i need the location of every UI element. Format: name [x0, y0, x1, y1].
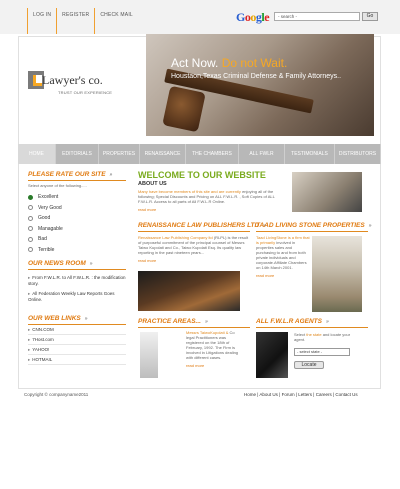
practice-body: Messrs TaiwoKupolati & Co legal Practiti… — [186, 330, 244, 368]
practice-section: PRACTICE AREAS...» — [138, 318, 250, 328]
banner-subheadline: Houstaon,Texas Criminal Defense & Family… — [171, 73, 342, 80]
welcome-read-more-link[interactable]: read more — [138, 207, 288, 212]
radio-checked-icon[interactable] — [28, 194, 33, 200]
top-bar: LOG IN REGISTER CHECK MAIL Google - sear… — [0, 0, 400, 34]
logo[interactable]: Lawyer's co. TRUST OUR EXPERIENCE — [22, 70, 132, 110]
agents-body: Select the state and locate your agent. … — [294, 332, 358, 369]
news-title: OUR NEWS ROOM» — [28, 260, 126, 267]
web-links-title: OUR WEB LINKS» — [28, 315, 126, 322]
welcome-text: Many have become members of this site an… — [138, 189, 275, 204]
rate-subtitle: Select anyone of the following..... — [28, 183, 87, 188]
hero-banner: Act Now. Do not Wait. Houstaon,Texas Cri… — [146, 34, 374, 136]
logo-tagline: TRUST OUR EXPERIENCE — [58, 90, 113, 95]
arrow-right-icon: » — [204, 319, 208, 325]
nav-all-fwlr[interactable]: ALL FWLR — [239, 144, 285, 164]
rate-option[interactable]: Terrible — [28, 245, 126, 256]
triangle-right-icon: ▸ — [28, 327, 31, 332]
nav-editorials[interactable]: EDITORIALS — [56, 144, 99, 164]
main-nav: HOME EDITORIALS PROPERTIES RENAISSANCE T… — [18, 144, 381, 164]
top-links: LOG IN REGISTER CHECK MAIL — [27, 8, 138, 34]
nav-properties[interactable]: PROPERTIES — [99, 144, 140, 164]
triangle-right-icon: ▸ — [28, 291, 31, 296]
nav-home[interactable]: HOME — [18, 144, 56, 164]
rate-option[interactable]: Good — [28, 213, 126, 224]
news-item[interactable]: ▸ All Federation Weekly Law Reports Goes … — [28, 291, 126, 302]
renaissance-title: RENAISSANCE LAW PUBLISHERS LTD» — [138, 222, 266, 229]
web-links-section: OUR WEB LINKS» ▸ CNN.COM ▸ 7Host.com ▸ YAHO… — [28, 315, 126, 365]
properties-text: Taad LivingStone is a firm that is prima… — [256, 235, 310, 270]
welcome-section: WELCOME TO OUR WEBSITE ABOUT US Many hav… — [138, 170, 288, 212]
login-link[interactable]: LOG IN — [27, 8, 56, 34]
triangle-right-icon: ▸ — [28, 337, 31, 342]
check-mail-link[interactable]: CHECK MAIL — [94, 8, 138, 34]
agents-text: Select the state and locate your agent. — [294, 332, 351, 342]
locate-button[interactable]: Locate — [294, 361, 324, 369]
nav-testimonials[interactable]: TESTIMONIALS — [285, 144, 335, 164]
rate-section: PLEASE RATE OUR SITE» Select anyone of t… — [28, 171, 126, 255]
building-photo — [312, 236, 362, 312]
news-item[interactable]: ▸ From F.W.L.R. to All F.W.L.R. : the mod… — [28, 275, 126, 286]
radio-icon[interactable] — [28, 205, 33, 211]
practice-text: Messrs TaiwoKupolati & Co legal Practiti… — [186, 330, 239, 360]
radio-icon[interactable] — [28, 236, 33, 242]
rate-option[interactable]: Managable — [28, 224, 126, 235]
agent-photo — [256, 332, 288, 378]
radio-icon[interactable] — [28, 215, 33, 221]
news-section: OUR NEWS ROOM» ▸ From F.W.L.R. to All F.W… — [28, 260, 126, 302]
web-link[interactable]: ▸ CNN.COM — [28, 325, 126, 335]
practice-read-more-link[interactable]: read more — [186, 363, 244, 368]
welcome-title: WELCOME TO OUR WEBSITE — [138, 170, 266, 180]
google-logo: Google — [236, 10, 270, 24]
properties-title: TAAD LIVING STONE PROPERTIES» — [256, 222, 372, 229]
scales-photo — [140, 332, 158, 378]
renaissance-read-more-link[interactable]: read more — [138, 258, 250, 263]
logo-name: Lawyer's co. — [42, 73, 103, 87]
banner-headline-part2: Do not Wait. — [221, 56, 288, 70]
search-input[interactable]: - search - — [274, 12, 360, 21]
rate-options: Excellent Very Good Good Managable Bad T… — [28, 192, 126, 255]
banner-headline-part1: Act Now. — [171, 56, 219, 70]
state-select[interactable]: - select state - — [294, 348, 350, 356]
register-link[interactable]: REGISTER — [56, 8, 94, 34]
office-photo — [292, 172, 362, 212]
triangle-right-icon: ▸ — [28, 357, 31, 362]
triangle-right-icon: ▸ — [28, 275, 31, 280]
banner-headline: Act Now. Do not Wait. — [171, 56, 287, 70]
nav-renaissance[interactable]: RENAISSANCE — [140, 144, 186, 164]
arrow-right-icon: » — [89, 261, 93, 267]
rate-option[interactable]: Excellent — [28, 192, 126, 203]
gavel-books-photo — [138, 271, 240, 311]
nav-the-chambers[interactable]: THE CHAMBERS — [186, 144, 239, 164]
renaissance-text: Renaissance Law Publishing Company ltd (… — [138, 235, 249, 255]
gavel-head-image — [162, 85, 206, 133]
arrow-right-icon: » — [109, 172, 113, 178]
web-link[interactable]: ▸ YAHOO! — [28, 345, 126, 355]
practice-title: PRACTICE AREAS...» — [138, 318, 250, 325]
triangle-right-icon: ▸ — [28, 347, 31, 352]
footer-copyright: Copyright © companyname2011 — [24, 392, 89, 397]
renaissance-section: RENAISSANCE LAW PUBLISHERS LTD» Renaissa… — [138, 222, 266, 263]
rate-option[interactable]: Very Good — [28, 203, 126, 214]
web-link[interactable]: ▸ HOTMAIL — [28, 355, 126, 365]
arrow-right-icon: » — [84, 316, 88, 322]
radio-icon[interactable] — [28, 247, 33, 253]
nav-distributors[interactable]: DISTRIBUTORS — [335, 144, 381, 164]
about-title: ABOUT US — [138, 181, 167, 187]
search-go-button[interactable]: Go — [362, 12, 378, 21]
radio-icon[interactable] — [28, 226, 33, 232]
agents-title: ALL F.W.L.R AGENTS» — [256, 318, 368, 325]
footer-links[interactable]: Home | About Us | Forum | Letters | Care… — [244, 392, 358, 397]
rate-title: PLEASE RATE OUR SITE» — [28, 171, 126, 178]
rate-option[interactable]: Bad — [28, 234, 126, 245]
arrow-right-icon: » — [368, 223, 372, 229]
web-link[interactable]: ▸ 7Host.com — [28, 335, 126, 345]
arrow-right-icon: » — [325, 319, 329, 325]
agents-section: ALL F.W.L.R AGENTS» — [256, 318, 368, 328]
